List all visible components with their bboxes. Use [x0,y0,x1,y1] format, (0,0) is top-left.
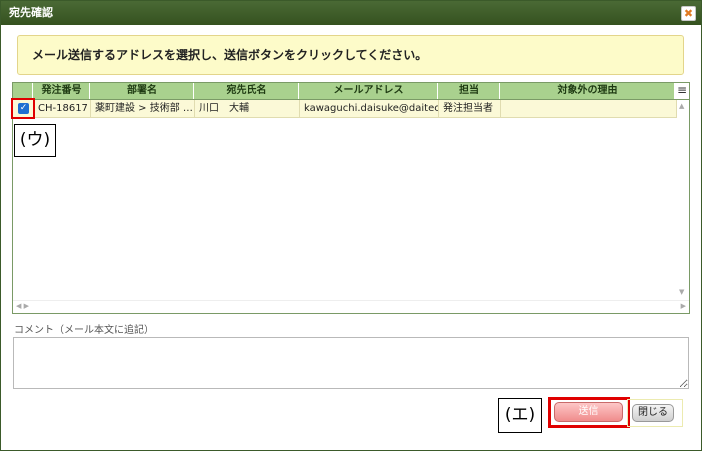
cell-recipient-name: 川口 大輔 [195,100,300,117]
dialog-titlebar: 宛先確認 [1,1,701,25]
scroll-down-icon[interactable]: ▼ [679,288,684,296]
close-icon[interactable]: ✖ [681,6,696,21]
dialog-title: 宛先確認 [9,6,53,19]
cell-role: 発注担当者 [439,100,501,117]
checkbox-highlight-box [11,98,35,119]
callout-label-e: (エ) [498,398,542,433]
horizontal-scrollbar[interactable]: ◀ ▶ ▶ [13,300,689,313]
cell-order-number: CH-18617 [34,100,91,117]
header-email-address[interactable]: メールアドレス [300,83,438,99]
column-menu-icon[interactable]: ≡ [675,83,689,99]
vertical-scrollbar[interactable]: ▲ ▼ [677,100,689,298]
send-button[interactable]: 送信 [554,402,623,422]
recipient-confirm-dialog: 宛先確認 ✖ メール送信するアドレスを選択し、送信ボタンをクリックしてください。… [0,0,702,451]
recipient-grid: 発注番号 部署名 宛先氏名 メールアドレス 担当 対象外の理由 ≡ ✓ CH-1… [12,82,690,314]
scroll-left-right-icon[interactable]: ◀ ▶ [16,302,29,310]
scroll-up-icon[interactable]: ▲ [679,102,684,110]
cell-email-address: kawaguchi.daisuke@daitec.… [300,100,439,117]
cell-exclusion-reason [501,100,677,117]
header-department[interactable]: 部署名 [91,83,194,99]
header-exclusion-reason[interactable]: 対象外の理由 [501,83,675,99]
header-recipient-name[interactable]: 宛先氏名 [195,83,299,99]
callout-label-u: (ウ) [14,124,56,157]
header-order-number[interactable]: 発注番号 [34,83,90,99]
scroll-right-icon[interactable]: ▶ [681,302,686,310]
close-dialog-button[interactable]: 閉じる [632,404,674,422]
header-select [13,83,33,99]
header-role[interactable]: 担当 [439,83,500,99]
table-row[interactable]: ✓ CH-18617 薬町建設 > 技術部 … 川口 大輔 kawaguchi.… [13,100,677,118]
grid-header: 発注番号 部署名 宛先氏名 メールアドレス 担当 対象外の理由 ≡ [13,83,689,100]
comment-textarea[interactable] [13,337,689,389]
cell-department: 薬町建設 > 技術部 … [91,100,195,117]
instruction-notice: メール送信するアドレスを選択し、送信ボタンをクリックしてください。 [17,35,684,75]
comment-label: コメント（メール本文に追記） [14,325,154,336]
